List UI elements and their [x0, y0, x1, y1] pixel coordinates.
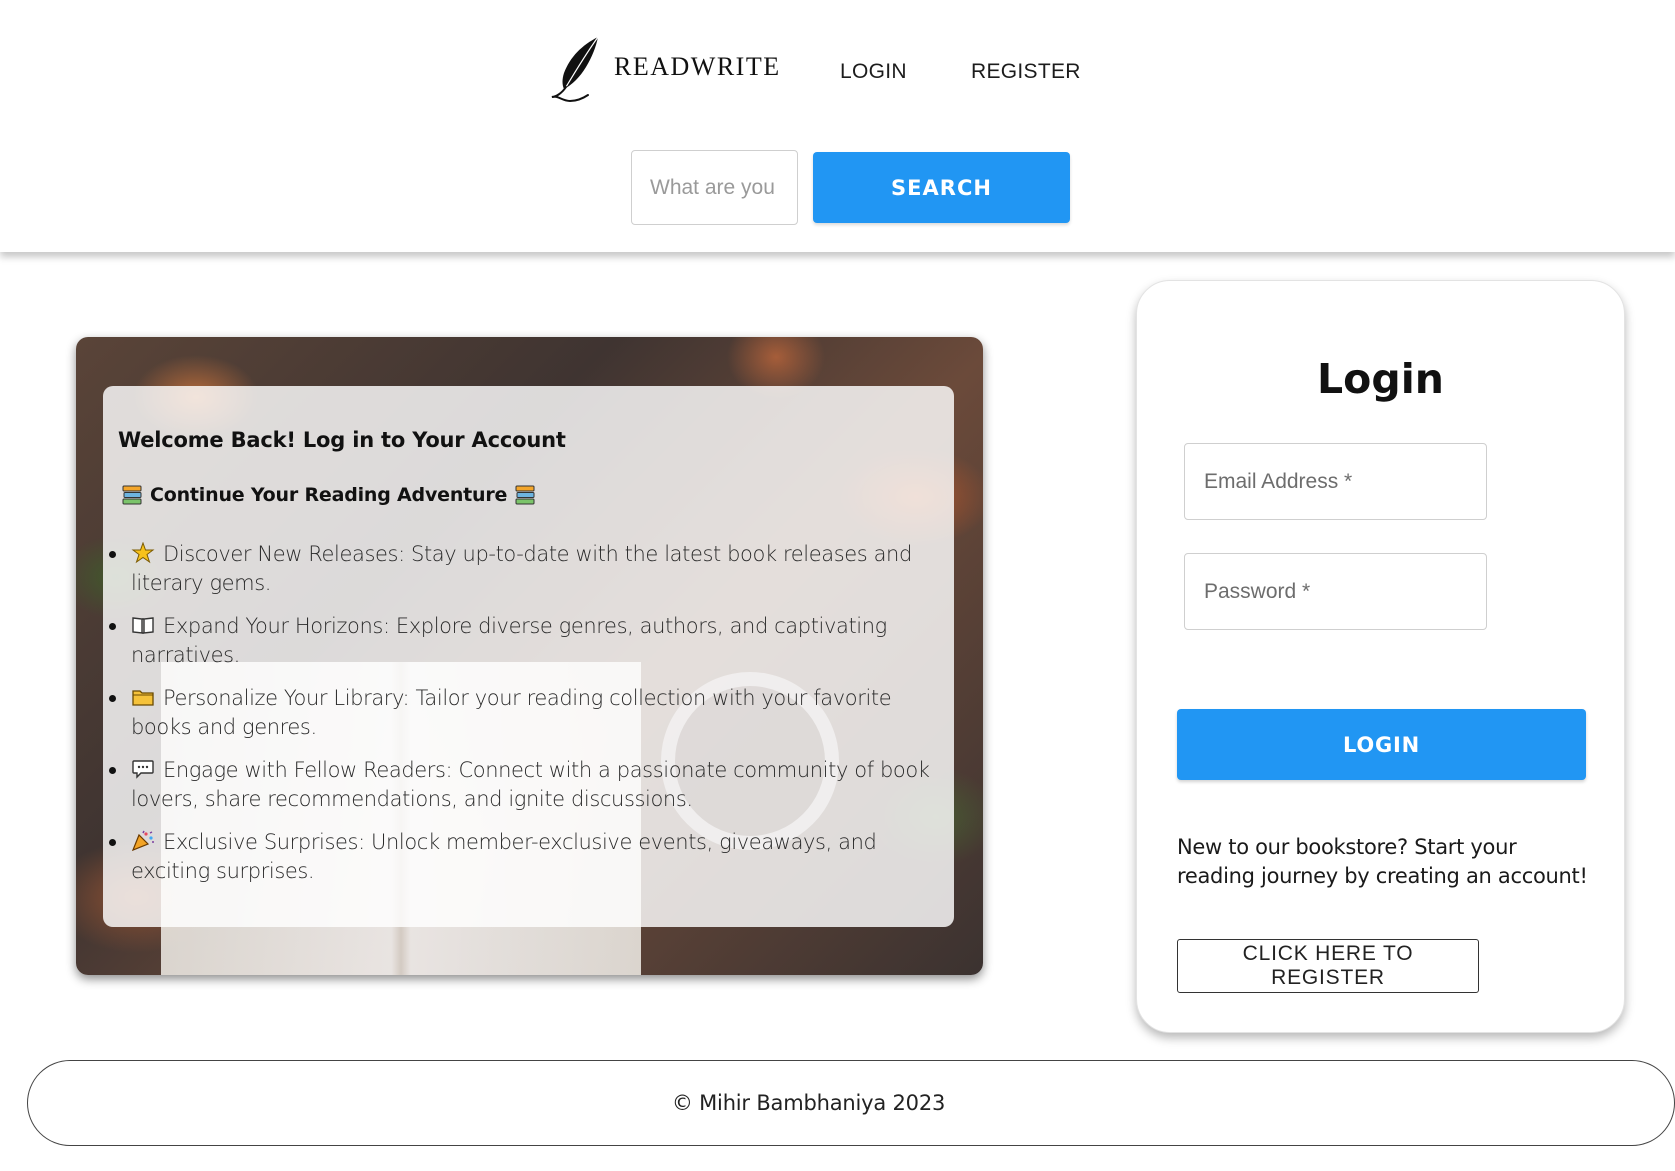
quill-feather-icon	[551, 36, 599, 103]
party-popper-icon	[131, 830, 154, 852]
search-input[interactable]	[631, 150, 798, 225]
site-footer: © Mihir Bambhaniya 2023	[27, 1060, 1675, 1146]
nav-login-link[interactable]: LOGIN	[840, 60, 907, 84]
welcome-subtitle: Continue Your Reading Adventure	[118, 484, 936, 506]
login-title: Login	[1317, 355, 1444, 403]
list-item: Expand Your Horizons: Explore diverse ge…	[109, 612, 936, 670]
register-prompt: New to our bookstore? Start your reading…	[1177, 835, 1588, 888]
nav-register-link[interactable]: REGISTER	[971, 60, 1081, 84]
feature-text: Exclusive Surprises: Unlock member-exclu…	[131, 830, 877, 883]
brand-name: READWRITE	[614, 52, 781, 81]
feature-text: Discover New Releases: Stay up-to-date w…	[131, 542, 912, 595]
footer-copyright: © Mihir Bambhaniya 2023	[671, 1091, 946, 1115]
list-item: Discover New Releases: Stay up-to-date w…	[109, 540, 936, 598]
email-field[interactable]	[1184, 443, 1487, 520]
speech-bubble-icon	[132, 760, 154, 779]
hero-banner: Welcome Back! Log in to Your Account Con…	[76, 337, 983, 975]
brand-logo[interactable]: READWRITE	[548, 36, 781, 106]
password-field[interactable]	[1184, 553, 1487, 630]
list-item: Exclusive Surprises: Unlock member-exclu…	[109, 828, 936, 886]
search-button[interactable]: SEARCH	[813, 152, 1070, 223]
site-header: READWRITE LOGIN REGISTER SEARCH	[0, 0, 1675, 252]
login-card: Login LOGIN New to our bookstore? Start …	[1136, 280, 1625, 1033]
sparkle-icon	[131, 542, 155, 564]
books-icon	[122, 485, 142, 505]
feature-text: Personalize Your Library: Tailor your re…	[131, 686, 892, 739]
register-button[interactable]: CLICK HERE TO REGISTER	[1177, 939, 1479, 993]
welcome-subtitle-text: Continue Your Reading Adventure	[150, 484, 508, 506]
login-button[interactable]: LOGIN	[1177, 709, 1586, 780]
welcome-panel: Welcome Back! Log in to Your Account Con…	[103, 386, 954, 927]
books-icon	[515, 485, 535, 505]
feature-text: Engage with Fellow Readers: Connect with…	[131, 758, 930, 811]
folder-icon	[132, 690, 154, 706]
open-book-icon	[132, 617, 154, 634]
feature-list: Discover New Releases: Stay up-to-date w…	[109, 540, 936, 886]
list-item: Personalize Your Library: Tailor your re…	[109, 684, 936, 742]
feature-text: Expand Your Horizons: Explore diverse ge…	[131, 614, 887, 667]
list-item: Engage with Fellow Readers: Connect with…	[109, 756, 936, 814]
welcome-title: Welcome Back! Log in to Your Account	[118, 428, 566, 452]
